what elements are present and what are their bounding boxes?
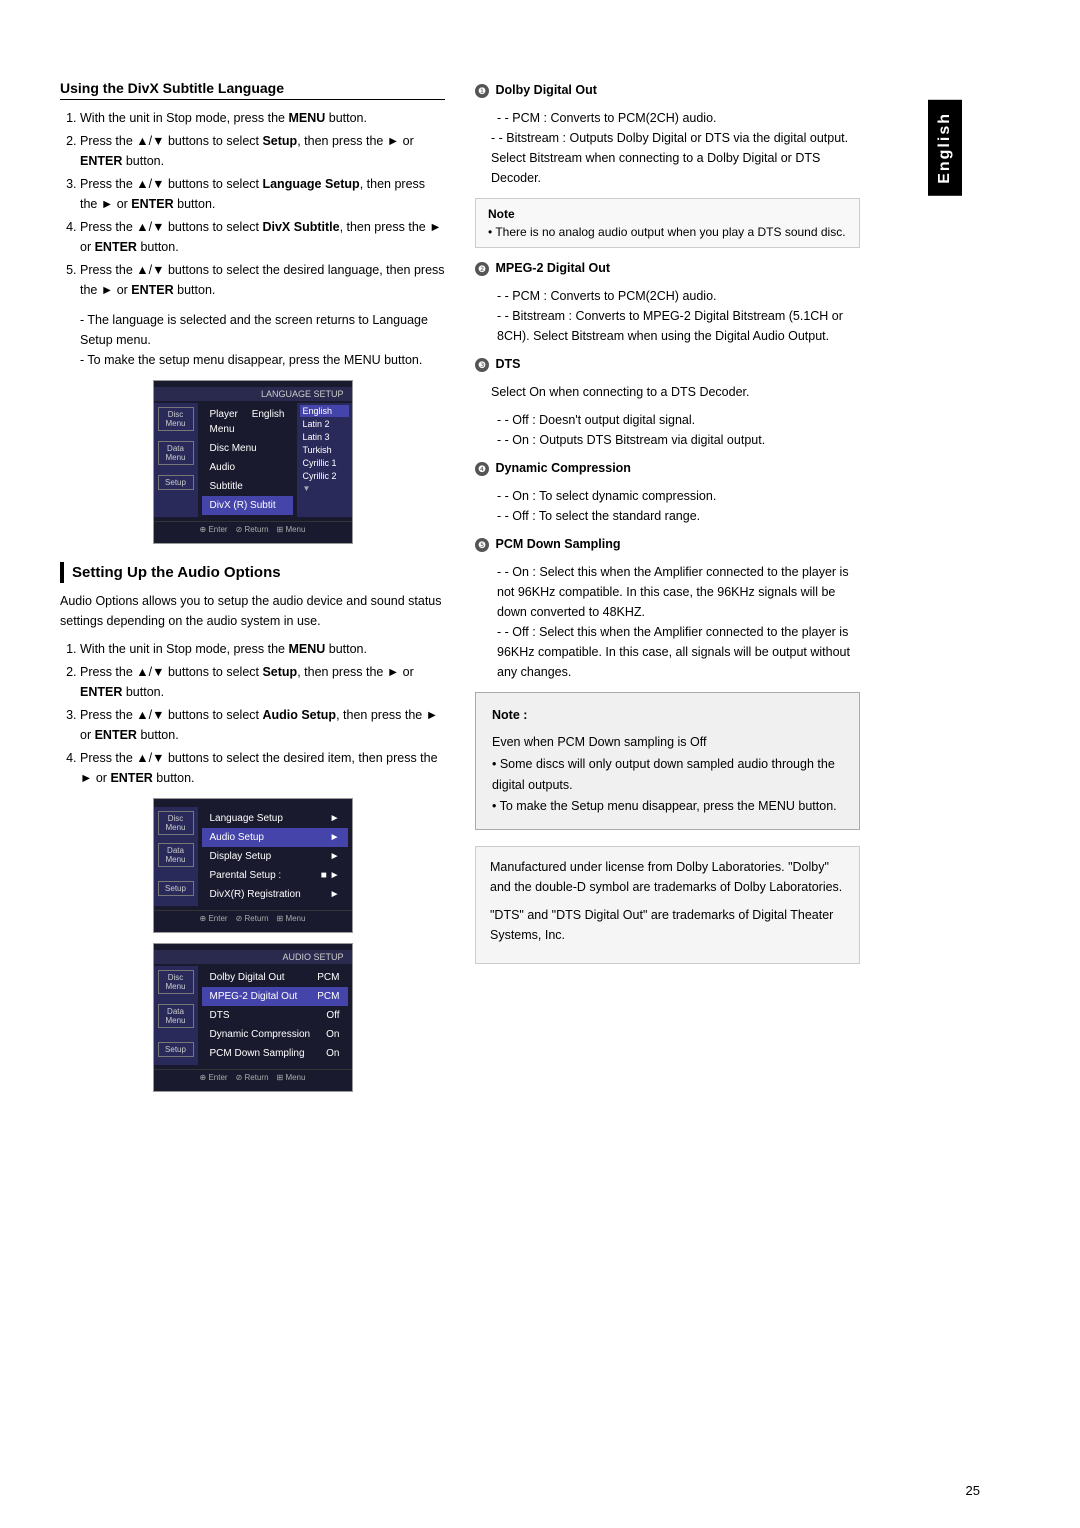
dynamic-list: - On : To select dynamic compression. - …: [475, 486, 860, 526]
pcm-title: ❺ PCM Down Sampling: [475, 534, 860, 554]
setup-row-3: Display Setup ►: [202, 847, 348, 866]
dts-title: ❸ DTS: [475, 354, 860, 374]
dolby-note-content: • There is no analog audio output when y…: [488, 225, 847, 239]
two-column-layout: Using the DivX Subtitle Language With th…: [60, 80, 860, 1102]
audio-setup-header: AUDIO SETUP: [154, 950, 352, 964]
divx-note-1: The language is selected and the screen …: [74, 310, 445, 350]
dolby-pcm: - PCM : Converts to PCM(2CH) audio.: [491, 108, 860, 128]
trademark-dts: "DTS" and "DTS Digital Out" are trademar…: [490, 905, 845, 945]
setup-row-4: Parental Setup : ■ ►: [202, 866, 348, 885]
language-menu-footer: ⊕ Enter ⊘ Return ⊞ Menu: [154, 521, 352, 537]
trademark-dolby: Manufactured under license from Dolby La…: [490, 857, 845, 897]
mpeg2-pcm: - PCM : Converts to PCM(2CH) audio.: [491, 286, 860, 306]
divx-step-3: Press the ▲/▼ buttons to select Language…: [80, 174, 445, 214]
dolby-digital-section: ❶ Dolby Digital Out - PCM : Converts to …: [475, 80, 860, 248]
pcm-list: - On : Select this when the Amplifier co…: [475, 562, 860, 682]
audio-step-2: Press the ▲/▼ buttons to select Setup, t…: [80, 662, 445, 702]
divx-step-1: With the unit in Stop mode, press the ME…: [80, 108, 445, 128]
dts-on: - On : Outputs DTS Bitstream via digital…: [491, 430, 860, 450]
audio-options-intro: Audio Options allows you to setup the au…: [60, 591, 445, 631]
pcm-note-line3: • To make the Setup menu disappear, pres…: [492, 796, 843, 817]
english-tab: English: [928, 100, 962, 196]
mpeg2-title: ❷ MPEG-2 Digital Out: [475, 258, 860, 278]
divx-notes-list: The language is selected and the screen …: [60, 310, 445, 370]
dynamic-compression-section: ❹ Dynamic Compression - On : To select d…: [475, 458, 860, 526]
pcm-section: ❺ PCM Down Sampling - On : Select this w…: [475, 534, 860, 682]
lang-menu-row-1: Player Menu English: [202, 405, 293, 439]
language-setup-screenshot: LANGUAGE SETUP Disc Menu Data Menu Setup…: [153, 380, 353, 544]
mpeg2-bitstream: - Bitstream : Converts to MPEG-2 Digital…: [491, 306, 860, 346]
lang-menu-row-2: Disc Menu: [202, 439, 293, 458]
audio-options-section: Setting Up the Audio Options Audio Optio…: [60, 562, 445, 1092]
divx-step-2: Press the ▲/▼ buttons to select Setup, t…: [80, 131, 445, 171]
dts-intro: Select On when connecting to a DTS Decod…: [475, 382, 860, 402]
audio-row-4: Dynamic Compression On: [202, 1025, 348, 1044]
setup-menu-footer: ⊕ Enter ⊘ Return ⊞ Menu: [154, 910, 352, 926]
divx-subtitle-title: Using the DivX Subtitle Language: [60, 80, 445, 100]
audio-setup-footer: ⊕ Enter ⊘ Return ⊞ Menu: [154, 1069, 352, 1085]
mpeg2-list: - PCM : Converts to PCM(2CH) audio. - Bi…: [475, 286, 860, 346]
dolby-list: - PCM : Converts to PCM(2CH) audio. - Bi…: [475, 108, 860, 188]
lang-menu-row-3: Audio: [202, 458, 293, 477]
dynamic-title: ❹ Dynamic Compression: [475, 458, 860, 478]
pcm-off: - Off : Select this when the Amplifier c…: [491, 622, 860, 682]
main-content: Using the DivX Subtitle Language With th…: [0, 60, 900, 1468]
left-column: Using the DivX Subtitle Language With th…: [60, 80, 445, 1102]
dolby-bitstream: - Bitstream : Outputs Dolby Digital or D…: [491, 128, 860, 188]
audio-row-2: MPEG-2 Digital Out PCM: [202, 987, 348, 1006]
divx-step-4: Press the ▲/▼ buttons to select DivX Sub…: [80, 217, 445, 257]
lang-menu-row-5: DivX (R) Subtit: [202, 496, 293, 515]
pcm-on: - On : Select this when the Amplifier co…: [491, 562, 860, 622]
mpeg2-section: ❷ MPEG-2 Digital Out - PCM : Converts to…: [475, 258, 860, 346]
dts-off: - Off : Doesn't output digital signal.: [491, 410, 860, 430]
language-menu-header: LANGUAGE SETUP: [154, 387, 352, 401]
dolby-note-box: Note • There is no analog audio output w…: [475, 198, 860, 248]
dts-section: ❸ DTS Select On when connecting to a DTS…: [475, 354, 860, 450]
audio-step-3: Press the ▲/▼ buttons to select Audio Se…: [80, 705, 445, 745]
dolby-note-title: Note: [488, 207, 847, 221]
dynamic-on: - On : To select dynamic compression.: [491, 486, 860, 506]
trademark-box: Manufactured under license from Dolby La…: [475, 846, 860, 964]
setup-row-2: Audio Setup ►: [202, 828, 348, 847]
pcm-note-box: Note : Even when PCM Down sampling is Of…: [475, 692, 860, 830]
audio-step-4: Press the ▲/▼ buttons to select the desi…: [80, 748, 445, 788]
setup-row-5: DivX(R) Registration ►: [202, 885, 348, 904]
pcm-note-line2: • Some discs will only output down sampl…: [492, 754, 843, 797]
pcm-note-line1: Even when PCM Down sampling is Off: [492, 732, 843, 753]
audio-options-title: Setting Up the Audio Options: [60, 562, 445, 583]
dynamic-off: - Off : To select the standard range.: [491, 506, 860, 526]
divx-steps-list: With the unit in Stop mode, press the ME…: [60, 108, 445, 300]
audio-row-1: Dolby Digital Out PCM: [202, 968, 348, 987]
audio-steps-list: With the unit in Stop mode, press the ME…: [60, 639, 445, 788]
right-sidebar: English: [900, 60, 990, 1468]
audio-step-1: With the unit in Stop mode, press the ME…: [80, 639, 445, 659]
audio-row-5: PCM Down Sampling On: [202, 1044, 348, 1063]
page-number: 25: [966, 1483, 980, 1498]
setup-menu-screenshot: Disc Menu Data Menu Setup Language Setup…: [153, 798, 353, 933]
divx-subtitle-section: Using the DivX Subtitle Language With th…: [60, 80, 445, 544]
setup-row-1: Language Setup ►: [202, 809, 348, 828]
audio-row-3: DTS Off: [202, 1006, 348, 1025]
lang-menu-row-4: Subtitle: [202, 477, 293, 496]
dts-list: - Off : Doesn't output digital signal. -…: [475, 410, 860, 450]
dolby-title: ❶ Dolby Digital Out: [475, 80, 860, 100]
divx-note-2: To make the setup menu disappear, press …: [74, 350, 445, 370]
right-column: ❶ Dolby Digital Out - PCM : Converts to …: [475, 80, 860, 1102]
page-container: Using the DivX Subtitle Language With th…: [0, 0, 1080, 1528]
divx-step-5: Press the ▲/▼ buttons to select the desi…: [80, 260, 445, 300]
pcm-note-title: Note :: [492, 705, 843, 726]
audio-setup-screenshot: AUDIO SETUP Disc Menu Data Menu Setup Do…: [153, 943, 353, 1092]
